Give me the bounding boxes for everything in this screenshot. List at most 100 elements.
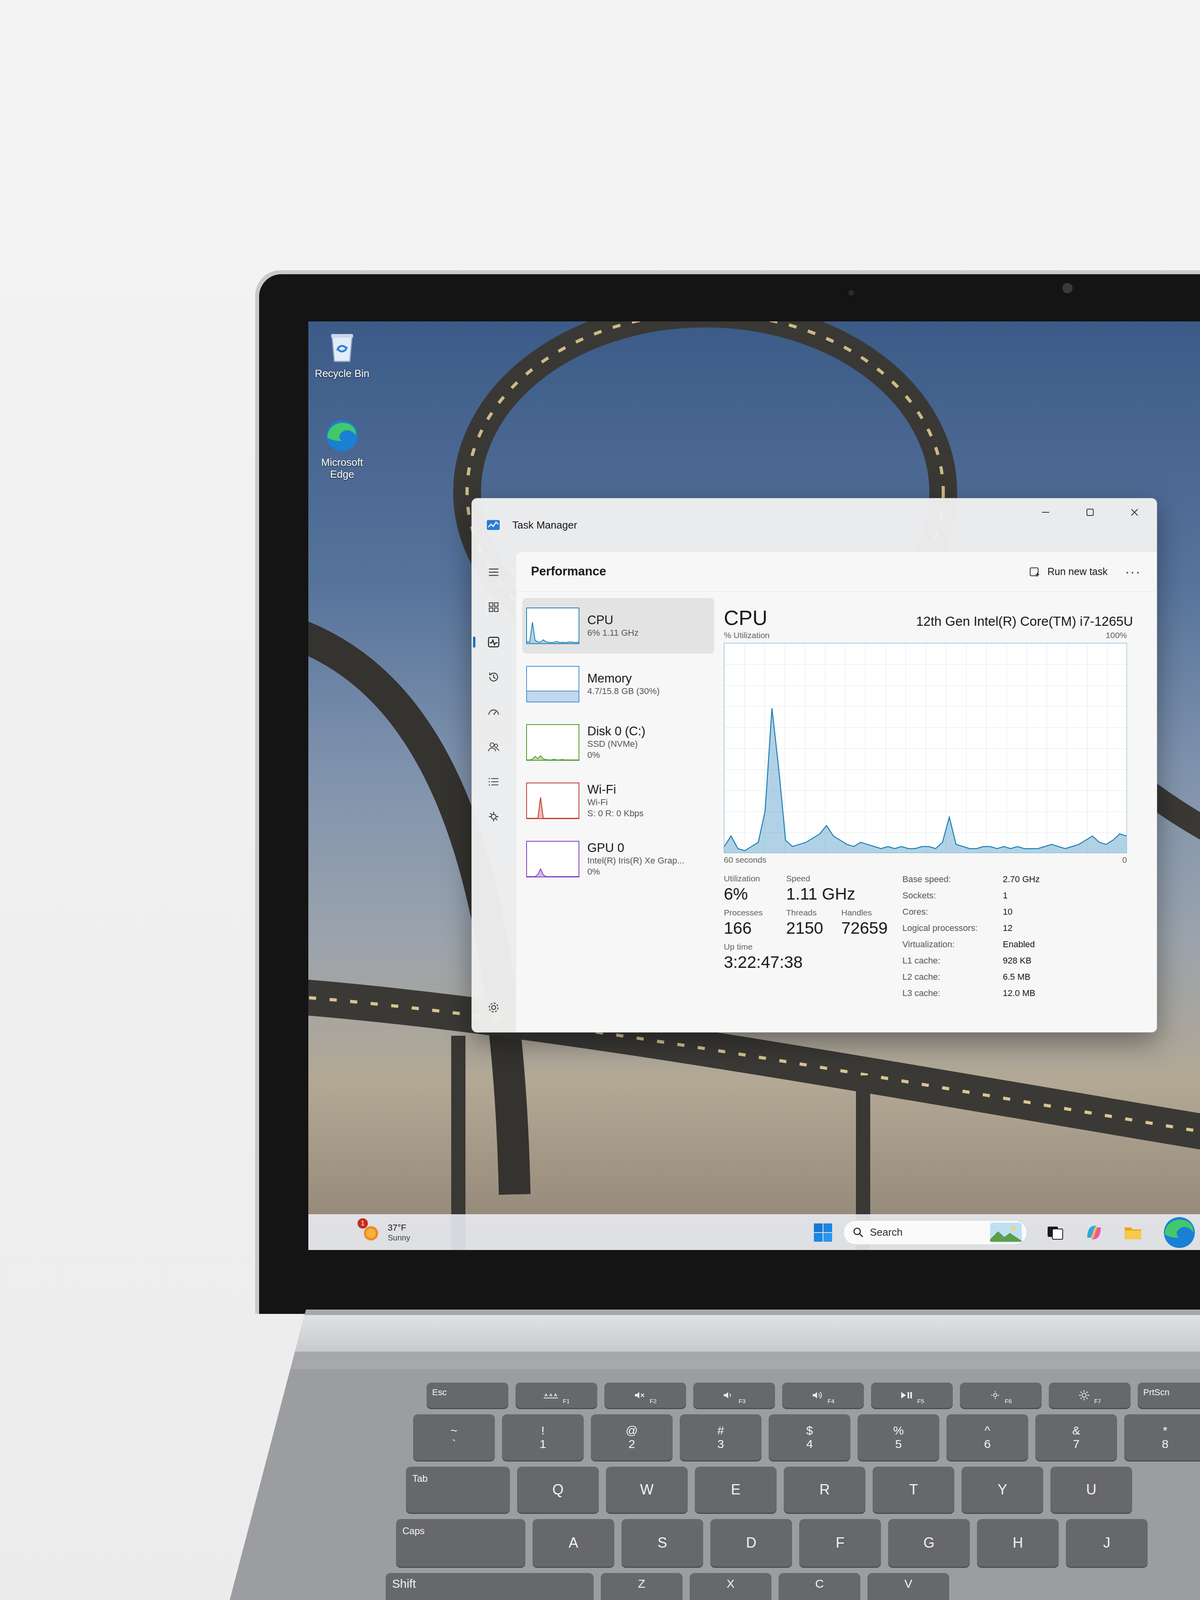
- nav-button[interactable]: [481, 738, 506, 756]
- key[interactable]: *8: [1124, 1414, 1200, 1461]
- key-label[interactable]: 3: [717, 1437, 725, 1451]
- key[interactable]: A: [532, 1519, 615, 1567]
- key[interactable]: $4: [768, 1414, 851, 1461]
- task-manager-window[interactable]: Task ManagerPerformanceRun new task···CP…: [471, 498, 1158, 1033]
- key[interactable]: E: [694, 1466, 777, 1513]
- sidebar-item[interactable]: Disk 0 (C:)SSD (NVMe)0%: [522, 714, 715, 771]
- key[interactable]: F5: [871, 1382, 953, 1408]
- desktop-icon-label[interactable]: Microsoft Edge: [310, 456, 374, 481]
- key-fn-label[interactable]: F5: [917, 1396, 925, 1409]
- key-label[interactable]: D: [746, 1532, 757, 1554]
- run-new-task-label[interactable]: Run new task: [1047, 564, 1108, 580]
- key-label[interactable]: X: [726, 1573, 735, 1593]
- key[interactable]: C: [778, 1573, 861, 1600]
- key[interactable]: #3: [679, 1414, 762, 1461]
- resource-name[interactable]: GPU 0: [587, 840, 685, 856]
- key-label[interactable]: A: [568, 1532, 579, 1554]
- taskbar-app[interactable]: [1044, 1221, 1066, 1244]
- key[interactable]: R: [783, 1466, 866, 1513]
- desktop-icon[interactable]: Microsoft Edge: [310, 417, 374, 481]
- key-shift-label[interactable]: @: [625, 1423, 638, 1438]
- run-new-task-button[interactable]: Run new task: [1023, 561, 1114, 583]
- nav-button[interactable]: [481, 633, 506, 651]
- key-shift-label[interactable]: ~: [450, 1423, 458, 1438]
- weather-widget[interactable]: 137°FSunny: [308, 1221, 813, 1244]
- key[interactable]: S: [621, 1519, 704, 1567]
- nav-button[interactable]: [481, 563, 506, 581]
- resource-name[interactable]: Wi-Fi: [587, 782, 644, 797]
- key[interactable]: D: [710, 1519, 793, 1567]
- key[interactable]: U: [1050, 1466, 1133, 1513]
- key-label[interactable]: Y: [997, 1478, 1008, 1501]
- nav-button[interactable]: [481, 668, 506, 686]
- key-label[interactable]: Esc: [426, 1382, 453, 1402]
- resource-detail[interactable]: 0%: [587, 749, 646, 761]
- key-label[interactable]: Z: [638, 1573, 646, 1593]
- key[interactable]: F: [799, 1519, 881, 1567]
- key[interactable]: F3: [693, 1382, 775, 1408]
- minimize-button[interactable]: [1023, 498, 1068, 527]
- key[interactable]: T: [872, 1466, 955, 1513]
- key-label[interactable]: C: [815, 1573, 824, 1593]
- resource-detail[interactable]: 4.7/15.8 GB (30%): [587, 685, 660, 697]
- key-label[interactable]: 7: [1073, 1437, 1080, 1451]
- resource-detail[interactable]: Wi-Fi: [587, 796, 644, 808]
- taskbar-app[interactable]: [1122, 1221, 1144, 1244]
- key[interactable]: PrtScn: [1137, 1382, 1200, 1408]
- key[interactable]: %5: [857, 1414, 940, 1461]
- resource-detail[interactable]: 6% 1.11 GHz: [587, 627, 639, 639]
- sidebar-item[interactable]: CPU6% 1.11 GHz: [522, 598, 715, 654]
- key[interactable]: Q: [517, 1466, 599, 1513]
- key[interactable]: G: [888, 1519, 970, 1567]
- key-fn-label[interactable]: F6: [1004, 1396, 1012, 1409]
- start-button[interactable]: [812, 1221, 834, 1244]
- key-label[interactable]: PrtScn: [1137, 1382, 1175, 1402]
- key-label[interactable]: 5: [895, 1437, 902, 1451]
- nav-button[interactable]: [481, 807, 506, 826]
- key-shift-label[interactable]: %: [893, 1423, 904, 1438]
- key-label[interactable]: Caps: [396, 1519, 431, 1543]
- key-label[interactable]: F: [835, 1532, 845, 1554]
- resource-detail[interactable]: SSD (NVMe): [587, 738, 646, 750]
- more-button[interactable]: ···: [1125, 561, 1141, 582]
- close-button[interactable]: [1112, 498, 1157, 527]
- key[interactable]: H: [976, 1519, 1059, 1567]
- key-label[interactable]: Tab: [405, 1466, 435, 1491]
- key-label[interactable]: `: [451, 1437, 456, 1451]
- key-label[interactable]: H: [1012, 1532, 1024, 1554]
- key-fn-label[interactable]: F2: [649, 1396, 657, 1409]
- key[interactable]: Caps: [396, 1519, 526, 1567]
- key-shift-label[interactable]: &: [1072, 1423, 1081, 1438]
- resource-detail[interactable]: S: 0 R: 0 Kbps: [587, 807, 644, 820]
- key[interactable]: Shift: [385, 1573, 594, 1600]
- key-shift-label[interactable]: ^: [984, 1423, 991, 1438]
- key-label[interactable]: 6: [984, 1437, 991, 1451]
- sidebar-item[interactable]: GPU 0Intel(R) Iris(R) Xe Grap...0%: [522, 831, 715, 887]
- key-fn-label[interactable]: F1: [562, 1396, 570, 1409]
- key-label[interactable]: 1: [539, 1437, 547, 1451]
- taskbar-app[interactable]: [1083, 1221, 1105, 1244]
- key[interactable]: F7: [1048, 1382, 1131, 1408]
- nav-button[interactable]: [481, 598, 506, 616]
- key[interactable]: ~`: [413, 1414, 495, 1461]
- key-fn-label[interactable]: F7: [1094, 1396, 1102, 1409]
- key[interactable]: &7: [1035, 1414, 1118, 1461]
- desktop-icon[interactable]: Recycle Bin: [310, 328, 374, 380]
- key-fn-label[interactable]: F4: [827, 1396, 835, 1409]
- maximize-button[interactable]: [1067, 498, 1113, 527]
- key-shift-label[interactable]: $: [806, 1423, 814, 1438]
- key[interactable]: X: [689, 1573, 772, 1600]
- resource-detail[interactable]: 0%: [587, 866, 685, 878]
- resource-name[interactable]: Memory: [587, 671, 660, 686]
- key[interactable]: J: [1065, 1519, 1148, 1567]
- key-label[interactable]: S: [657, 1532, 668, 1554]
- desktop-icon-label[interactable]: Recycle Bin: [314, 367, 370, 380]
- key-shift-label[interactable]: *: [1162, 1423, 1168, 1438]
- key-label[interactable]: U: [1086, 1478, 1097, 1501]
- resource-detail[interactable]: Intel(R) Iris(R) Xe Grap...: [587, 855, 685, 867]
- key[interactable]: @2: [590, 1414, 673, 1461]
- key-label[interactable]: J: [1103, 1532, 1111, 1554]
- key[interactable]: F1: [515, 1382, 598, 1408]
- key-label[interactable]: V: [904, 1573, 913, 1593]
- resource-name[interactable]: CPU: [587, 613, 639, 628]
